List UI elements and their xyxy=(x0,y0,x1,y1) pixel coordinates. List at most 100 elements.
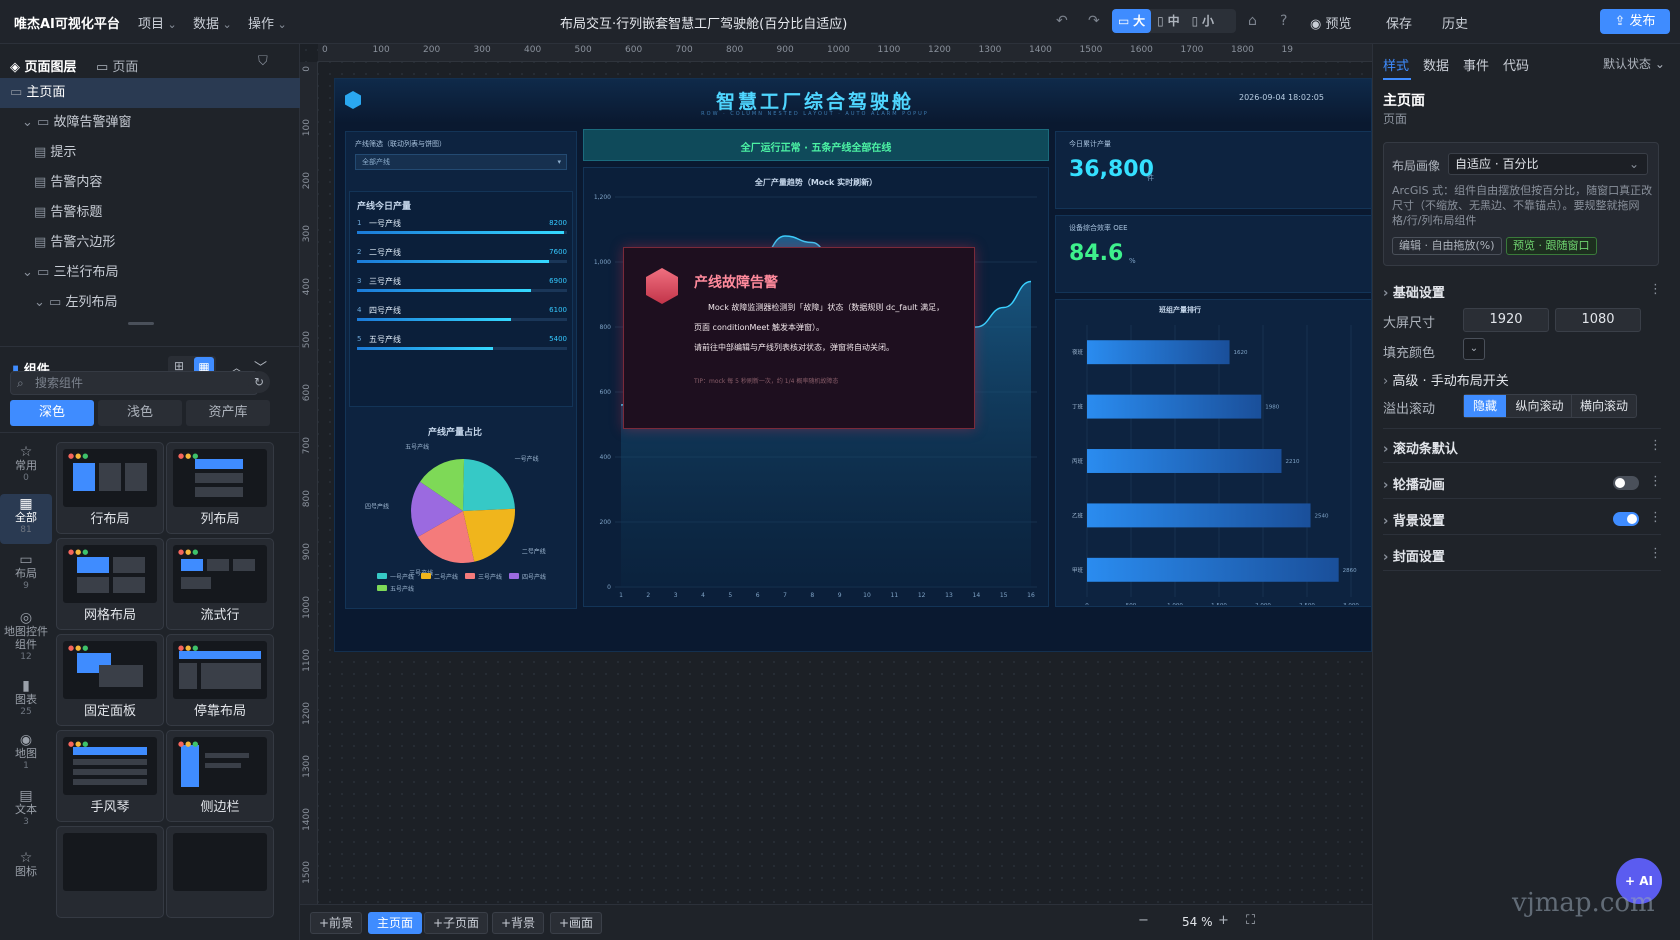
category-6[interactable]: ▤ 文本 3 xyxy=(0,786,52,836)
component-card[interactable]: ●●● 行布局 xyxy=(56,442,164,534)
carousel-toggle[interactable] xyxy=(1613,476,1639,490)
add-background-tab[interactable]: +背景 xyxy=(492,912,545,934)
window-dots-icon: ●●● xyxy=(68,452,90,460)
filter-icon[interactable]: ⛉ xyxy=(258,54,268,69)
zoom-in-icon[interactable]: + xyxy=(1218,913,1229,928)
category-2[interactable]: ▭ 布局 9 xyxy=(0,550,52,600)
tree-item[interactable]: ⌄ ▭ 故障告警弹窗 xyxy=(0,108,300,138)
category-0[interactable]: ☆ 常用 0 xyxy=(0,442,52,492)
undo-icon[interactable]: ↶ xyxy=(1056,13,1068,29)
window-dots-icon: ●●● xyxy=(178,548,200,556)
tree-item[interactable]: ▤ 提示 xyxy=(0,138,300,168)
component-card[interactable]: ●●● 手风琴 xyxy=(56,730,164,822)
overflow-vertical-option[interactable]: 纵向滚动 xyxy=(1508,395,1572,417)
ruler-tick: 19 xyxy=(1281,45,1293,55)
add-foreground-tab[interactable]: +前景 xyxy=(310,912,363,934)
tree-scrollbar[interactable] xyxy=(128,322,154,325)
screen-height-input[interactable]: 1080 xyxy=(1555,308,1641,332)
component-card[interactable] xyxy=(166,826,274,918)
basic-settings-section[interactable]: 基础设置 xyxy=(1383,282,1665,301)
add-subpage-tab[interactable]: +子页面 xyxy=(424,912,489,934)
layout-select[interactable]: 自适应 · 百分比 ⌄ xyxy=(1448,153,1648,175)
ruler-tick: 0 xyxy=(322,45,328,55)
tree-item[interactable]: ⌄ ▭ 三栏行布局 xyxy=(0,258,300,288)
redo-icon[interactable]: ↷ xyxy=(1088,13,1100,29)
component-card[interactable] xyxy=(56,826,164,918)
line-filter-select[interactable]: 全部产线 ▾ xyxy=(355,154,567,170)
advanced-layout-toggle[interactable]: 高级 · 手动布局开关 xyxy=(1383,370,1665,389)
tab-page-layers[interactable]: ◈ 页面图层 xyxy=(10,56,77,75)
search-input[interactable]: ⌕ 搜索组件 xyxy=(10,371,258,395)
fault-alarm-popup[interactable]: 产线故障告警 Mock 故障监测器检测到「故障」状态（数据规则 dc_fault… xyxy=(623,247,975,429)
menu-project[interactable]: 项目 xyxy=(138,13,177,32)
tree-item[interactable]: ▤ 告警六边形 xyxy=(0,228,300,258)
expand-icon[interactable] xyxy=(0,175,34,190)
style-tab-dark[interactable]: 深色 xyxy=(10,400,94,426)
tab-pages[interactable]: ▭ 页面 xyxy=(96,56,138,75)
publish-button[interactable]: ⇪ 发布 xyxy=(1600,9,1670,34)
zoom-out-icon[interactable]: − xyxy=(1138,913,1149,928)
help-icon[interactable]: ? xyxy=(1280,13,1287,29)
style-tab-light[interactable]: 浅色 xyxy=(98,400,182,426)
more-icon[interactable]: ⋮ xyxy=(1649,510,1662,525)
device-icon[interactable]: ⌂ xyxy=(1248,13,1257,29)
size-small-button[interactable]: ▯ 小 xyxy=(1186,9,1220,33)
y-tick-label: 0 xyxy=(607,584,611,591)
component-card[interactable]: ●●● 列布局 xyxy=(166,442,274,534)
component-card[interactable]: ●●● 侧边栏 xyxy=(166,730,274,822)
expand-icon[interactable]: ⌄ xyxy=(0,115,37,130)
category-3[interactable]: ◎ 地图控件组件 12 xyxy=(0,608,52,672)
tab-code[interactable]: 代码 xyxy=(1503,55,1529,74)
tree-item[interactable]: ⌄ ▭ 左列布局 xyxy=(0,288,300,318)
refresh-icon[interactable]: ↻ xyxy=(248,371,270,393)
tab-style[interactable]: 样式 xyxy=(1383,55,1409,74)
category-label: 常用 xyxy=(15,459,37,472)
overflow-hidden-option[interactable]: 隐藏 xyxy=(1464,395,1506,417)
overflow-horizontal-option[interactable]: 横向滚动 xyxy=(1572,395,1636,417)
menu-data[interactable]: 数据 xyxy=(193,13,232,32)
save-button[interactable]: 保存 xyxy=(1386,13,1412,32)
tree-item[interactable]: ▤ 告警内容 xyxy=(0,168,300,198)
tree-item[interactable]: ▭ 主页面 xyxy=(0,78,300,108)
expand-icon[interactable] xyxy=(0,235,34,250)
category-4[interactable]: ▮ 图表 25 xyxy=(0,676,52,726)
size-large-button[interactable]: ▭ 大 xyxy=(1112,9,1152,33)
fill-color-picker[interactable]: ⌄ xyxy=(1463,338,1485,360)
scrollbar-section[interactable]: 滚动条默认 xyxy=(1383,438,1665,457)
tab-events[interactable]: 事件 xyxy=(1463,55,1489,74)
expand-icon[interactable] xyxy=(0,205,34,220)
preview-button[interactable]: ◉ 预览 xyxy=(1310,13,1352,32)
state-select[interactable]: 默认状态 ⌄ xyxy=(1603,55,1665,72)
tree-item[interactable]: ▤ 告警标题 xyxy=(0,198,300,228)
component-card[interactable]: ●●● 流式行 xyxy=(166,538,274,630)
more-icon[interactable]: ⋮ xyxy=(1649,438,1662,453)
screen-width-input[interactable]: 1920 xyxy=(1463,308,1549,332)
tab-data[interactable]: 数据 xyxy=(1423,55,1449,74)
size-medium-button[interactable]: ▯ 中 xyxy=(1151,9,1185,33)
expand-icon[interactable]: ⌄ xyxy=(0,265,37,280)
expand-icon[interactable] xyxy=(0,145,34,160)
cover-section[interactable]: 封面设置 xyxy=(1383,546,1665,565)
main-page-tab[interactable]: 主页面 xyxy=(368,912,423,934)
history-button[interactable]: 历史 xyxy=(1442,13,1468,32)
category-7[interactable]: ☆ 图标 xyxy=(0,848,52,898)
more-icon[interactable]: ⋮ xyxy=(1649,282,1662,297)
style-tab-asset-library[interactable]: 资产库 xyxy=(186,400,270,426)
expand-icon[interactable]: ⌄ xyxy=(0,295,49,310)
background-toggle[interactable] xyxy=(1613,512,1639,526)
legend-swatch xyxy=(509,573,519,579)
component-card[interactable]: ●●● 固定面板 xyxy=(56,634,164,726)
category-5[interactable]: ◉ 地图 1 xyxy=(0,730,52,780)
category-1[interactable]: ▦ 全部 81 xyxy=(0,494,52,544)
more-icon[interactable]: ⋮ xyxy=(1649,474,1662,489)
expand-icon[interactable] xyxy=(0,85,10,100)
category-label: 图表 xyxy=(15,693,37,706)
add-canvas-tab[interactable]: +画面 xyxy=(550,912,603,934)
line-name: 二号产线 xyxy=(369,248,401,257)
more-icon[interactable]: ⋮ xyxy=(1649,546,1662,561)
fullscreen-icon[interactable]: ⛶ xyxy=(1246,913,1255,928)
component-card[interactable]: ●●● 网格布局 xyxy=(56,538,164,630)
component-card[interactable]: ●●● 停靠布局 xyxy=(166,634,274,726)
dashboard-screen[interactable]: 智慧工厂综合驾驶舱 ROW · COLUMN NESTED LAYOUT · A… xyxy=(334,78,1372,652)
menu-operation[interactable]: 操作 xyxy=(248,13,287,32)
